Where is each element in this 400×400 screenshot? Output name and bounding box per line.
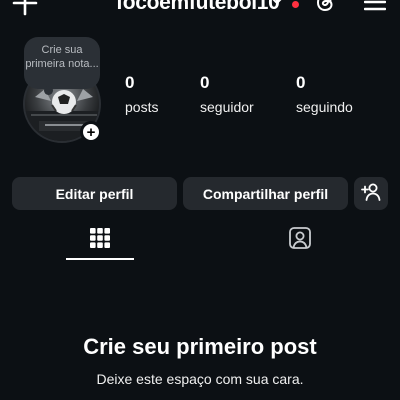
tab-posts-grid[interactable] (66, 220, 134, 260)
followers-label: seguidor (200, 99, 254, 115)
note-bubble[interactable]: Crie sua primeira nota... (24, 37, 100, 95)
top-bar: focoemfutebol10 (0, 0, 400, 20)
tagged-person-icon (288, 226, 312, 255)
tab-tagged[interactable] (266, 220, 334, 260)
following-count: 0 (296, 73, 306, 92)
add-person-icon (361, 183, 381, 204)
followers-count: 0 (200, 73, 210, 92)
notification-dot (292, 1, 299, 8)
posts-count: 0 (125, 73, 135, 92)
empty-state-title: Crie seu primeiro post (83, 334, 317, 359)
following-label: seguindo (296, 99, 353, 115)
profile-tabs (0, 220, 400, 262)
following-stat[interactable]: 0 seguindo (296, 73, 353, 115)
add-story-plus-icon[interactable]: + (80, 121, 102, 143)
grid-icon (89, 227, 111, 254)
note-bubble-tail (44, 86, 53, 95)
suggest-people-button[interactable] (354, 177, 388, 210)
posts-stat: 0 posts (125, 73, 158, 115)
edit-profile-button[interactable]: Editar perfil (12, 177, 177, 210)
followers-stat[interactable]: 0 seguidor (200, 73, 254, 115)
note-prompt-text: Crie sua primeira nota... (25, 44, 99, 70)
empty-state-subtitle: Deixe este espaço com sua cara. (96, 371, 304, 387)
profile-username[interactable]: focoemfutebol10 (116, 0, 280, 15)
threads-icon[interactable] (313, 0, 337, 14)
chevron-down-icon[interactable] (270, 0, 284, 8)
share-profile-button[interactable]: Compartilhar perfil (183, 177, 348, 210)
posts-label: posts (125, 99, 159, 115)
hamburger-menu-icon[interactable] (363, 0, 387, 12)
create-plus-icon[interactable] (12, 0, 38, 16)
active-tab-indicator (66, 258, 134, 260)
